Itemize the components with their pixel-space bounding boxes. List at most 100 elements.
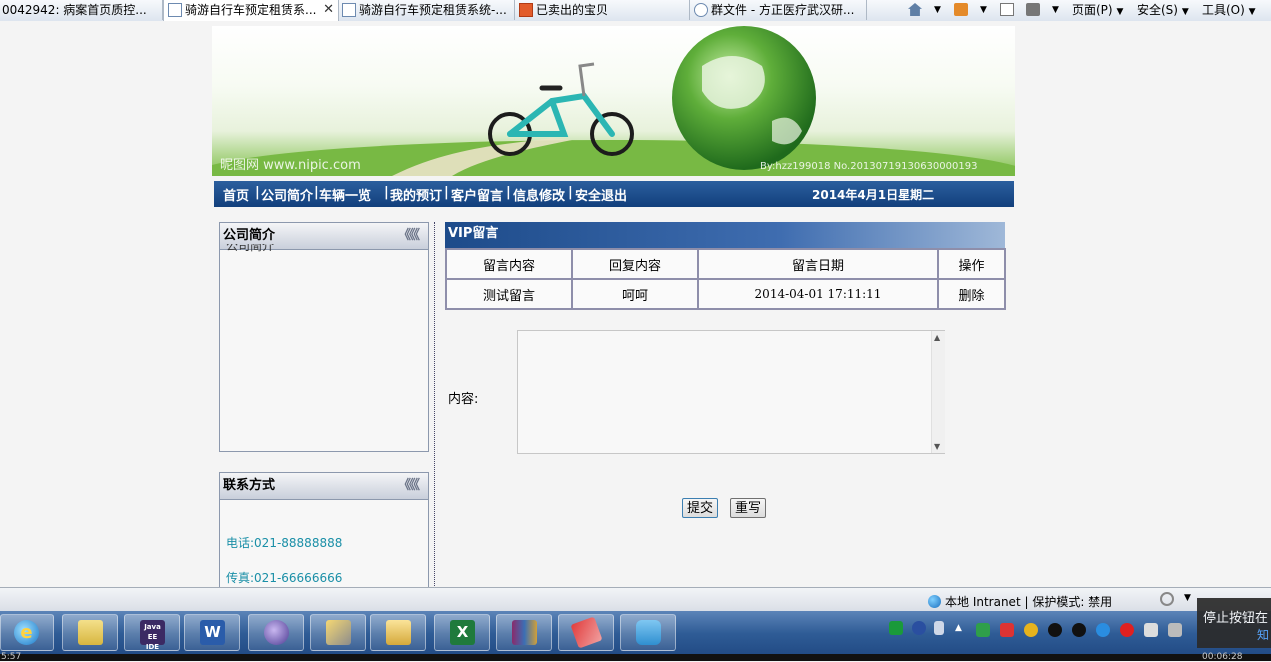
- notification-popup[interactable]: 停止按钮在 知: [1197, 598, 1271, 648]
- taskbar-winrar[interactable]: [496, 614, 552, 651]
- winrar-icon: [512, 620, 537, 645]
- taskbar-qq-window[interactable]: [620, 614, 676, 651]
- svg-text:昵图网 www.nipic.com: 昵图网 www.nipic.com: [220, 158, 361, 173]
- show-hidden-icons-chevron[interactable]: ▲: [955, 623, 962, 633]
- textarea-scrollbar[interactable]: ▲ ▼: [931, 331, 945, 453]
- tab-label: 骑游自行车预定租赁系...: [185, 3, 317, 17]
- column-header: 操作: [937, 248, 1006, 280]
- nav-separator: |: [506, 185, 511, 200]
- browser-tab[interactable]: 骑游自行车预定租赁系统-...: [338, 0, 515, 20]
- messages-table: 留言内容 回复内容 留言日期 操作 测试留言 呵呵 2014-04-01 17:…: [445, 248, 1006, 310]
- nav-separator: |: [384, 185, 389, 200]
- browser-tab[interactable]: 0042942: 病案首页质控...: [0, 0, 163, 20]
- tools-menu[interactable]: 工具(O) ▼: [1202, 0, 1256, 22]
- vip-messages-header: VIP留言: [445, 222, 1005, 248]
- about-box-body: 公司简介: [226, 244, 275, 253]
- message-textarea[interactable]: [517, 330, 945, 454]
- message-date-cell: 2014-04-01 17:11:11: [697, 278, 939, 310]
- zoom-dropdown-icon[interactable]: ▼: [1184, 593, 1191, 603]
- page-icon: [342, 3, 356, 17]
- browser-tab-active[interactable]: 骑游自行车预定租赁系... ✕: [163, 0, 339, 21]
- contact-phone: 电话:021-88888888: [226, 536, 343, 550]
- qq-tray-icon[interactable]: [1024, 623, 1038, 637]
- safety-menu[interactable]: 安全(S) ▼: [1137, 0, 1189, 22]
- zoom-icon[interactable]: [1160, 592, 1174, 606]
- column-header: 回复内容: [571, 248, 699, 280]
- feeds-dropdown-icon[interactable]: ▼: [980, 0, 987, 20]
- nav-separator: |: [444, 185, 449, 200]
- reset-button[interactable]: 重写: [730, 498, 766, 518]
- taskbar-ie[interactable]: e: [0, 614, 54, 651]
- snipping-tool-icon: [326, 620, 351, 645]
- browser-status-bar: 本地 Intranet | 保护模式: 禁用 ▼: [0, 587, 1271, 612]
- message-panel: VIP留言 留言内容 回复内容 留言日期 操作 测试留言 呵呵 2014-04-…: [445, 222, 1006, 518]
- taskbar-snipping-tool[interactable]: [310, 614, 366, 651]
- current-date: 2014年4月1日星期二: [812, 188, 935, 202]
- mail-icon[interactable]: [1000, 3, 1014, 16]
- column-header: 留言内容: [445, 248, 573, 280]
- contact-box: 联系方式 《《《 电话:021-88888888 传真:021-66666666: [219, 472, 429, 587]
- taskbar-word[interactable]: W: [184, 614, 240, 651]
- banner-illustration: 昵图网 www.nipic.com By:hzz199018 No.201307…: [212, 26, 1015, 176]
- nav-messages[interactable]: 客户留言: [451, 185, 503, 204]
- tab-label: 骑游自行车预定租赁系统-...: [359, 3, 507, 17]
- contact-fax: 传真:021-66666666: [226, 571, 343, 585]
- message-form: 内容: ▲ ▼ 提交 重写: [445, 324, 1005, 564]
- chevron-down-icon: ▼: [1116, 7, 1124, 17]
- reply-content-cell: 呵呵: [571, 278, 699, 310]
- nav-logout[interactable]: 安全退出: [575, 185, 627, 204]
- chevron-down-icon: ▼: [1248, 7, 1256, 17]
- table-header-row: 留言内容 回复内容 留言日期 操作: [445, 248, 1006, 280]
- nav-vehicles[interactable]: 车辆一览: [319, 185, 371, 204]
- security-zone[interactable]: 本地 Intranet | 保护模式: 禁用: [928, 593, 1112, 610]
- notification-link[interactable]: 知: [1257, 626, 1269, 643]
- nav-my-bookings[interactable]: 我的预订: [390, 185, 442, 204]
- about-box: 公司简介 《《《 公司简介: [219, 222, 429, 452]
- rss-feed-icon[interactable]: [954, 3, 968, 16]
- nav-separator: |: [568, 185, 573, 200]
- page-menu[interactable]: 页面(P) ▼: [1072, 0, 1123, 22]
- java-ee-ide-icon: Java EE IDE: [140, 620, 165, 651]
- display-icon[interactable]: [1168, 623, 1182, 637]
- qq-group-icon: [694, 3, 708, 17]
- globe-tray-icon[interactable]: [1096, 623, 1110, 637]
- taobao-icon: [519, 3, 533, 17]
- delete-link[interactable]: 删除: [937, 278, 1006, 310]
- qq-penguin-icon[interactable]: [1072, 623, 1086, 637]
- scroll-up-icon[interactable]: ▲: [934, 333, 940, 342]
- print-icon[interactable]: [1026, 3, 1040, 16]
- nav-about[interactable]: 公司简介: [261, 185, 313, 204]
- clipboard-icon[interactable]: [1144, 623, 1158, 637]
- tab-label: 已卖出的宝贝: [536, 3, 609, 17]
- page-content: 昵图网 www.nipic.com By:hzz199018 No.201307…: [0, 21, 1271, 587]
- collapse-chevron-icon[interactable]: 《《《: [398, 473, 420, 499]
- taskbar-notepad[interactable]: [558, 614, 614, 651]
- nav-home[interactable]: 首页: [223, 185, 249, 204]
- close-tab-icon[interactable]: ✕: [323, 0, 334, 20]
- taskbar-excel[interactable]: X: [434, 614, 490, 651]
- nav-separator: |: [255, 185, 260, 200]
- qq-penguin-icon[interactable]: [1048, 623, 1062, 637]
- network-blocked-icon[interactable]: [1000, 623, 1014, 637]
- security-shield-icon[interactable]: [976, 623, 990, 637]
- input-settings-icon[interactable]: [934, 621, 944, 635]
- antivirus-icon[interactable]: [1120, 623, 1134, 637]
- taskbar-folder[interactable]: [62, 614, 118, 651]
- home-dropdown-icon[interactable]: ▼: [934, 0, 941, 20]
- nav-edit-info[interactable]: 信息修改: [513, 185, 565, 204]
- home-icon[interactable]: [908, 3, 922, 16]
- taskbar-file-manager[interactable]: [370, 614, 426, 651]
- submit-button[interactable]: 提交: [682, 498, 718, 518]
- about-box-title: 公司简介: [223, 228, 276, 243]
- collapse-chevron-icon[interactable]: 《《《: [398, 223, 420, 249]
- help-icon[interactable]: [912, 621, 926, 635]
- taskbar-eclipse[interactable]: [248, 614, 304, 651]
- print-dropdown-icon[interactable]: ▼: [1052, 0, 1059, 20]
- sogou-input-icon[interactable]: [889, 621, 903, 635]
- svg-text:By:hzz199018 No.2013071913063: By:hzz199018 No.20130719130630000193: [760, 161, 977, 172]
- browser-tab[interactable]: 群文件 - 方正医疗武汉研...: [690, 0, 867, 20]
- browser-tab[interactable]: 已卖出的宝贝: [515, 0, 690, 20]
- internet-explorer-icon: e: [14, 620, 39, 645]
- scroll-down-icon[interactable]: ▼: [934, 442, 940, 451]
- taskbar-java-ee-ide[interactable]: Java EE IDE: [124, 614, 180, 651]
